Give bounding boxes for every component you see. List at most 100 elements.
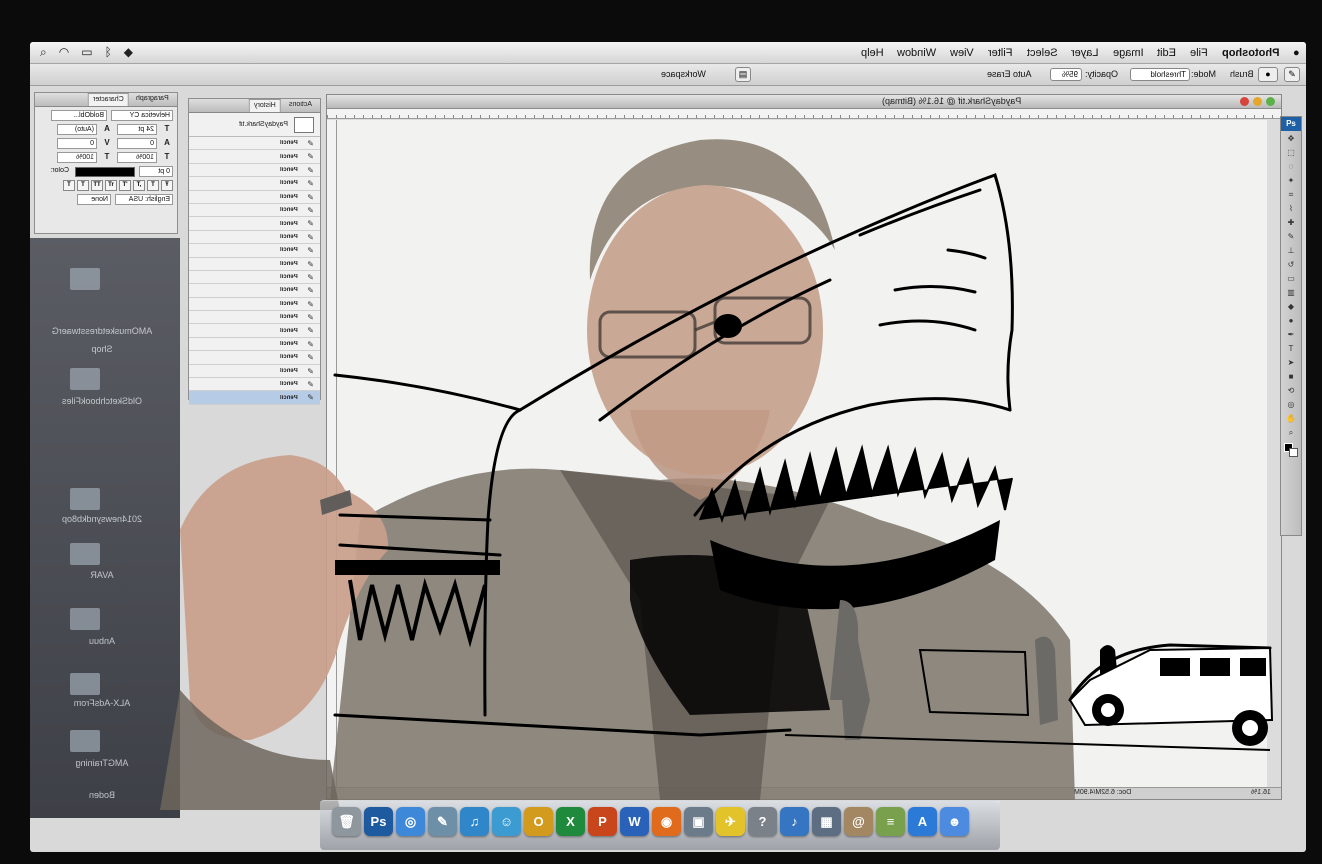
tab-history[interactable]: History [249, 99, 282, 112]
tab-character[interactable]: Character [87, 93, 129, 106]
trash-icon[interactable]: 🗑 [332, 807, 361, 836]
desktop-label[interactable]: ALX-AdsFrom [42, 698, 162, 708]
horizontal-scale-field[interactable]: 100% [57, 152, 97, 163]
stamp-icon[interactable]: ⊥ [1284, 244, 1298, 257]
style-button[interactable]: T [63, 180, 75, 191]
3d-rotate-icon[interactable]: ⟲ [1284, 384, 1298, 397]
history-snapshot[interactable]: PaydayShark.tif [189, 113, 320, 137]
history-step[interactable]: Pencil ✎ [189, 217, 320, 231]
blur-icon[interactable]: ◆ [1284, 300, 1298, 313]
color-picker[interactable] [1284, 443, 1298, 457]
type-icon[interactable]: T [1284, 342, 1298, 355]
folder-icon[interactable] [70, 488, 100, 510]
mode-select[interactable]: Threshold [1130, 68, 1190, 81]
history-step[interactable]: Pencil ✎ [189, 298, 320, 312]
style-button[interactable]: T' [119, 180, 131, 191]
facetime-icon[interactable]: ☺ [492, 807, 521, 836]
bluetooth-icon[interactable]: ᛒ [105, 45, 112, 60]
stickies-icon[interactable]: ✈ [716, 807, 745, 836]
history-step[interactable]: Pencil ✎ [189, 177, 320, 191]
history-step[interactable]: Pencil ✎ [189, 351, 320, 365]
eraser-icon[interactable]: ▭ [1284, 272, 1298, 285]
apple-menu[interactable]: ● [1293, 47, 1300, 59]
search-icon[interactable]: ⌕ [40, 45, 47, 60]
tool-preset-button[interactable]: ✎ [1284, 67, 1300, 82]
menu-app-name[interactable]: Photoshop [1222, 47, 1279, 59]
vertical-ruler[interactable] [327, 120, 337, 787]
history-step[interactable]: Pencil ✎ [189, 324, 320, 338]
kerning-field[interactable]: 0 [117, 138, 157, 149]
minimize-icon[interactable] [1253, 97, 1262, 106]
shape-icon[interactable]: ■ [1284, 370, 1298, 383]
workspace-button[interactable]: ▤ [735, 67, 751, 82]
lasso-icon[interactable]: ◌ [1284, 160, 1298, 173]
font-style-select[interactable]: BoldObl... [51, 110, 107, 121]
hand-icon[interactable]: ✋ [1284, 412, 1298, 425]
desktop-label[interactable]: Boden [42, 790, 162, 800]
zoom-icon[interactable]: ⌕ [1284, 426, 1298, 439]
menu-image[interactable]: Image [1113, 47, 1144, 59]
menu-filter[interactable]: Filter [988, 47, 1012, 59]
zoom-level[interactable]: 16.1% [1251, 789, 1271, 796]
move-icon[interactable]: ✥ [1284, 132, 1298, 145]
menu-edit[interactable]: Edit [1157, 47, 1176, 59]
word-icon[interactable]: W [620, 807, 649, 836]
history-step[interactable]: Pencil ✎ [189, 231, 320, 245]
brush-picker[interactable]: ● [1258, 67, 1278, 82]
desktop-label[interactable]: AMOmusketdresstwaerG [42, 326, 162, 336]
horizontal-ruler[interactable] [327, 109, 1281, 119]
tracking-field[interactable]: 0 [57, 138, 97, 149]
history-step[interactable]: Pencil ✎ [189, 365, 320, 379]
zoom-window-icon[interactable] [1266, 97, 1275, 106]
desktop-item-icon[interactable] [70, 268, 100, 290]
history-step[interactable]: Pencil ✎ [189, 311, 320, 325]
baseline-shift-field[interactable]: 0 pt [139, 166, 173, 177]
history-step[interactable]: Pencil ✎ [189, 391, 320, 405]
folder-icon[interactable] [70, 608, 100, 630]
history-step[interactable]: Pencil ✎ [189, 244, 320, 258]
menu-file[interactable]: File [1190, 47, 1208, 59]
marquee-icon[interactable]: ⬚ [1284, 146, 1298, 159]
history-step[interactable]: Pencil ✎ [189, 271, 320, 285]
history-step[interactable]: Pencil ✎ [189, 137, 320, 151]
menu-help[interactable]: Help [861, 47, 884, 59]
history-step[interactable]: Pencil ✎ [189, 150, 320, 164]
history-step[interactable]: Pencil ✎ [189, 204, 320, 218]
style-button[interactable]: T, [133, 180, 145, 191]
finder-icon[interactable]: ☻ [940, 807, 969, 836]
style-button[interactable]: T [77, 180, 89, 191]
tab-paragraph[interactable]: Paragraph [132, 93, 173, 106]
quick-select-icon[interactable]: ✦ [1284, 174, 1298, 187]
history-step[interactable]: Pencil ✎ [189, 191, 320, 204]
eyedropper-icon[interactable]: ⌇ [1284, 202, 1298, 215]
help-icon[interactable]: ? [748, 807, 777, 836]
font-size-field[interactable]: 24 pt [117, 124, 157, 135]
desktop-label[interactable]: Anbuu [42, 636, 162, 646]
history-step[interactable]: Pencil ✎ [189, 258, 320, 271]
desktop-label[interactable]: AMGTraining [42, 758, 162, 768]
contacts-icon[interactable]: @ [844, 807, 873, 836]
style-button[interactable]: Tr [105, 180, 117, 191]
safari-icon[interactable]: ◎ [396, 807, 425, 836]
background-color[interactable] [1289, 448, 1298, 457]
antialias-select[interactable]: None [77, 194, 111, 205]
workspace-label[interactable]: Workspace [661, 69, 706, 79]
music-icon[interactable]: ♪ [780, 807, 809, 836]
vertical-scale-field[interactable]: 100% [117, 152, 157, 163]
history-step[interactable]: Pencil ✎ [189, 164, 320, 178]
appstore-icon[interactable]: A [908, 807, 937, 836]
font-family-select[interactable]: Helvetica CY [111, 110, 173, 121]
desktop-label[interactable]: AVAR [42, 570, 162, 580]
iphoto-icon[interactable]: ▣ [684, 807, 713, 836]
history-brush-icon[interactable]: ↺ [1284, 258, 1298, 271]
gradient-icon[interactable]: ▥ [1284, 286, 1298, 299]
3d-orbit-icon[interactable]: ◎ [1284, 398, 1298, 411]
healing-icon[interactable]: ✚ [1284, 216, 1298, 229]
style-button[interactable]: TT [91, 180, 103, 191]
photoshop-icon[interactable]: Ps [364, 807, 393, 836]
books-icon[interactable]: ≡ [876, 807, 905, 836]
pen-icon[interactable]: ✒ [1284, 328, 1298, 341]
menu-layer[interactable]: Layer [1071, 47, 1099, 59]
menu-window[interactable]: Window [897, 47, 936, 59]
document-canvas[interactable] [337, 120, 1267, 787]
